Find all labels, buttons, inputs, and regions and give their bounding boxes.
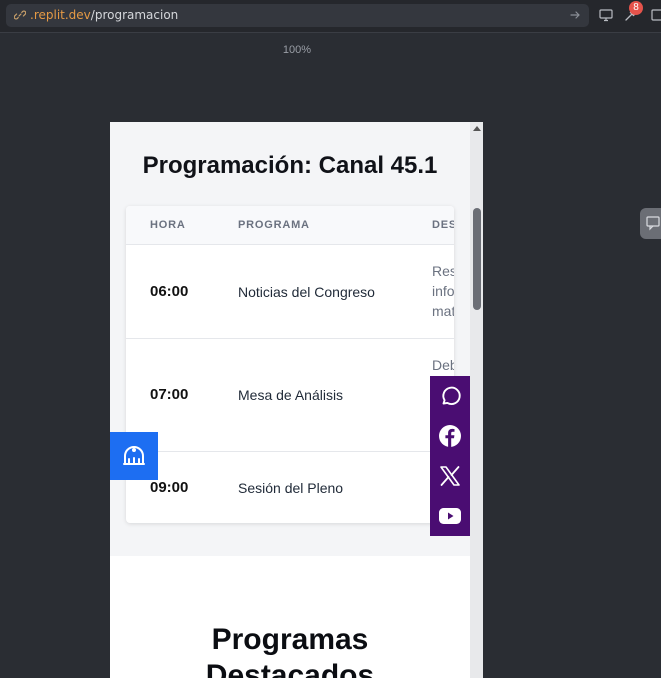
row-hora: 06:00 <box>150 283 189 300</box>
section-title-line: Programas <box>211 623 369 656</box>
row-programa: Sesión del Pleno <box>238 480 344 496</box>
section-title: Programas Destacados <box>110 622 470 678</box>
go-arrow-icon[interactable] <box>568 8 582 22</box>
column-header-programa: PROGRAMA <box>238 219 310 231</box>
scrollbar-thumb[interactable] <box>473 208 481 310</box>
x-icon[interactable] <box>438 464 462 488</box>
table-row: 09:00 Sesión del Pleno <box>126 452 454 523</box>
row-hora: 09:00 <box>150 479 189 496</box>
facebook-icon[interactable] <box>438 424 462 448</box>
section-title-line: Destacados <box>205 659 375 678</box>
zoom-level: 100% <box>282 44 312 56</box>
row-descripcion: Deb <box>432 355 454 375</box>
side-panel-tab[interactable] <box>640 208 661 239</box>
url-bar[interactable]: .replit.dev/programacion <box>6 4 589 27</box>
row-descripcion-line: info <box>432 283 454 299</box>
link-icon <box>14 10 26 20</box>
device-preview: Programación: Canal 45.1 HORA PROGRAMA D… <box>110 122 483 678</box>
table-row: 06:00 Noticias del Congreso Res info mat <box>126 245 454 339</box>
row-programa: Mesa de Análisis <box>238 387 344 403</box>
url-path: /programacion <box>90 8 179 22</box>
row-descripcion-line: mat <box>432 303 454 319</box>
row-descripcion-line: Deb <box>432 357 454 373</box>
external-link-icon[interactable] <box>650 7 661 23</box>
scrollbar-track[interactable] <box>470 122 483 678</box>
row-descripcion: Res info mat <box>432 261 454 321</box>
column-header-hora: HORA <box>150 219 186 231</box>
row-hora: 07:00 <box>150 386 189 403</box>
schedule-table: HORA PROGRAMA DES 06:00 Noticias del Con… <box>126 206 454 523</box>
browser-toolbar: .replit.dev/programacion 8 <box>0 0 661 33</box>
row-descripcion-line: Res <box>432 263 454 279</box>
chat-icon <box>646 216 660 231</box>
table-header: HORA PROGRAMA DES <box>126 206 454 245</box>
whatsapp-icon[interactable] <box>438 384 462 408</box>
table-row: 07:00 Mesa de Análisis Deb <box>126 339 454 452</box>
page-title: Programación: Canal 45.1 <box>142 152 438 179</box>
social-bar <box>430 376 470 536</box>
url-host: .replit.dev <box>30 8 91 22</box>
scroll-up-arrow[interactable] <box>473 126 481 131</box>
notification-badge: 8 <box>629 1 643 15</box>
row-programa: Noticias del Congreso <box>238 284 375 300</box>
accessibility-button[interactable] <box>110 432 158 480</box>
monitor-icon[interactable] <box>598 7 614 23</box>
accessibility-icon <box>123 446 145 465</box>
url-text: .replit.dev/programacion <box>30 8 178 22</box>
column-header-descripcion: DES <box>432 219 454 231</box>
youtube-icon[interactable] <box>438 504 462 528</box>
